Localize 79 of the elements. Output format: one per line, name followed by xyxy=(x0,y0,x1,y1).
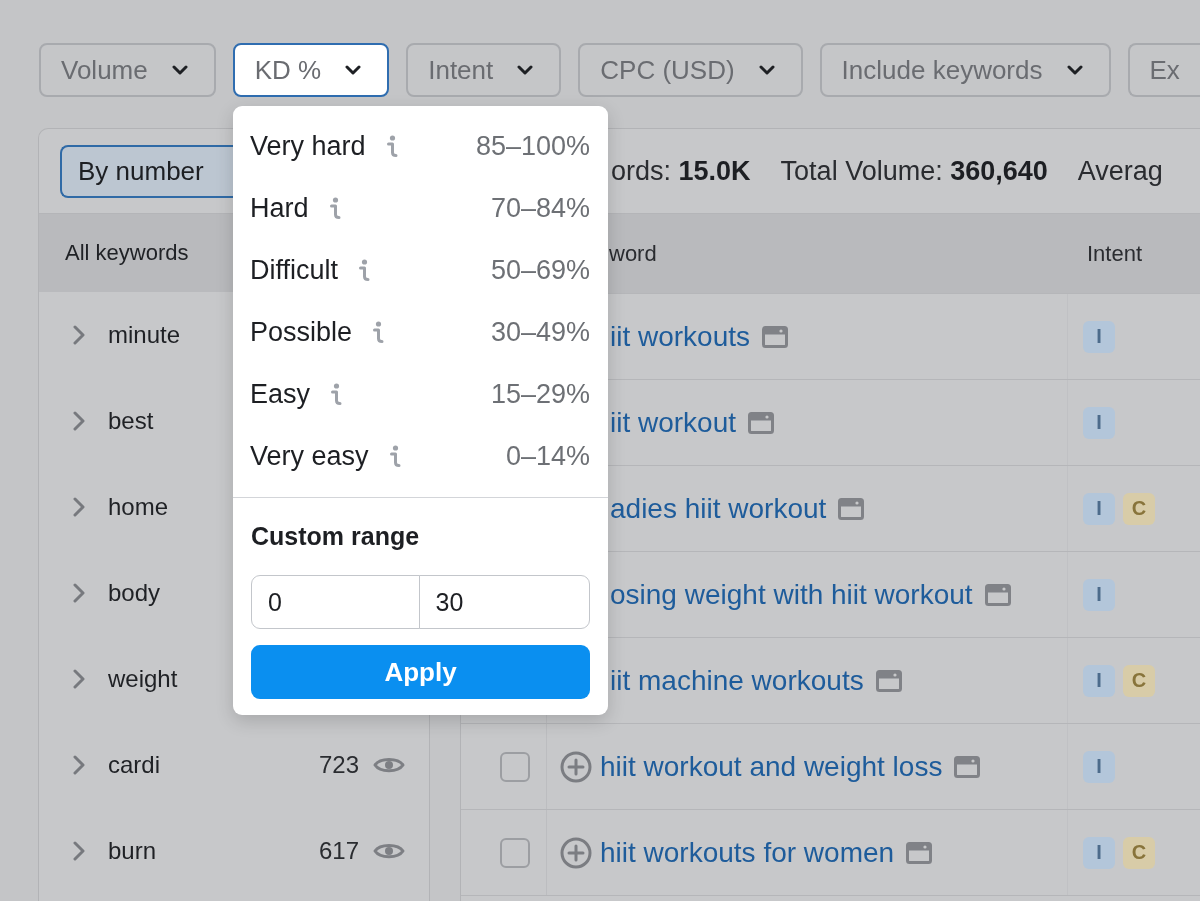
section-title: Custom range xyxy=(251,521,421,551)
window-icon xyxy=(984,583,1011,606)
group-name: burn xyxy=(108,837,157,865)
range-label: 0–14% xyxy=(505,440,590,472)
row-checkbox[interactable] xyxy=(500,751,530,782)
group-name: weight xyxy=(108,665,178,693)
group-name: home xyxy=(108,493,169,521)
column-header: Intent xyxy=(1087,240,1143,267)
chevron-right-icon[interactable] xyxy=(73,583,85,603)
menu-option[interactable]: Possible xyxy=(250,316,353,348)
column-header: word xyxy=(609,240,657,267)
plus-circle-icon[interactable] xyxy=(560,836,592,869)
info-icon[interactable] xyxy=(358,258,371,282)
info-icon[interactable] xyxy=(388,444,401,468)
chevron-right-icon[interactable] xyxy=(73,325,85,345)
window-icon xyxy=(762,325,789,348)
window-icon xyxy=(954,755,981,778)
range-label: 15–29% xyxy=(490,378,590,410)
keyword-link[interactable]: iit workouts xyxy=(610,320,751,353)
info-icon[interactable] xyxy=(372,320,385,344)
summary-stat: Total Volume: 360,640 xyxy=(780,155,1048,187)
intent-tag: I xyxy=(1083,750,1115,783)
filter-button[interactable]: Volume xyxy=(39,43,216,97)
min-field[interactable]: 0 xyxy=(251,575,420,629)
filter-button[interactable]: Include keywords xyxy=(819,43,1111,97)
info-icon[interactable] xyxy=(385,134,398,158)
keyword-link[interactable]: adies hiit workout xyxy=(610,492,827,525)
filter-button[interactable]: Intent xyxy=(406,43,562,97)
group-name: body xyxy=(108,579,161,607)
chevron-right-icon[interactable] xyxy=(73,411,85,431)
intent-tag: I xyxy=(1083,836,1115,869)
group-name: cardi xyxy=(108,751,161,779)
keyword-link[interactable]: osing weight with hiit workout xyxy=(610,578,973,611)
menu-option[interactable]: Very hard xyxy=(250,130,366,162)
window-icon xyxy=(748,411,775,434)
chevron-right-icon[interactable] xyxy=(73,755,85,775)
view-tab[interactable]: By number xyxy=(60,144,234,198)
intent-tag: C xyxy=(1123,492,1155,525)
max-field[interactable]: 30 xyxy=(418,575,590,629)
window-icon xyxy=(875,669,902,692)
range-label: 30–49% xyxy=(490,316,590,348)
keyword-link[interactable]: hiit workout and weight loss xyxy=(600,750,943,783)
summary-stat: Averag xyxy=(1077,155,1163,187)
keyword-link[interactable]: hiit workouts for women xyxy=(600,836,895,869)
intent-tag: I xyxy=(1083,492,1115,525)
group-name: best xyxy=(108,407,154,435)
intent-tag: C xyxy=(1123,664,1155,697)
window-icon xyxy=(906,841,933,864)
eye-icon[interactable] xyxy=(373,755,405,775)
eye-icon[interactable] xyxy=(373,841,405,861)
chevron-right-icon[interactable] xyxy=(73,841,85,861)
keyword-link[interactable]: iit workout xyxy=(610,406,737,439)
filter-button[interactable]: KD % xyxy=(232,43,390,97)
row-checkbox[interactable] xyxy=(500,837,530,868)
keyword-link[interactable]: iit machine workouts xyxy=(610,664,864,697)
group-name: minute xyxy=(108,321,181,349)
intent-tag: I xyxy=(1083,578,1115,611)
intent-tag: I xyxy=(1083,406,1115,439)
window-icon xyxy=(838,497,865,520)
keyword-count: 723 xyxy=(318,751,359,779)
plus-circle-icon[interactable] xyxy=(560,750,592,783)
filter-button[interactable]: Ex xyxy=(1127,43,1200,97)
filter-button[interactable]: CPC (USD) xyxy=(578,43,803,97)
menu-option[interactable]: Easy xyxy=(250,378,311,410)
range-label: 70–84% xyxy=(490,192,590,224)
info-icon[interactable] xyxy=(330,382,343,406)
intent-tag: C xyxy=(1123,836,1155,869)
intent-tag: I xyxy=(1083,664,1115,697)
chevron-right-icon[interactable] xyxy=(73,497,85,517)
intent-tag: I xyxy=(1083,320,1115,353)
chevron-right-icon[interactable] xyxy=(73,669,85,689)
keyword-count: 617 xyxy=(318,837,359,865)
menu-option[interactable]: Difficult xyxy=(250,254,339,286)
menu-option[interactable]: Very easy xyxy=(250,440,369,472)
range-label: 85–100% xyxy=(475,130,590,162)
apply-button[interactable]: Apply xyxy=(251,645,590,699)
info-icon[interactable] xyxy=(328,196,341,220)
range-label: 50–69% xyxy=(490,254,590,286)
summary-stat: ords: 15.0K xyxy=(611,155,751,187)
